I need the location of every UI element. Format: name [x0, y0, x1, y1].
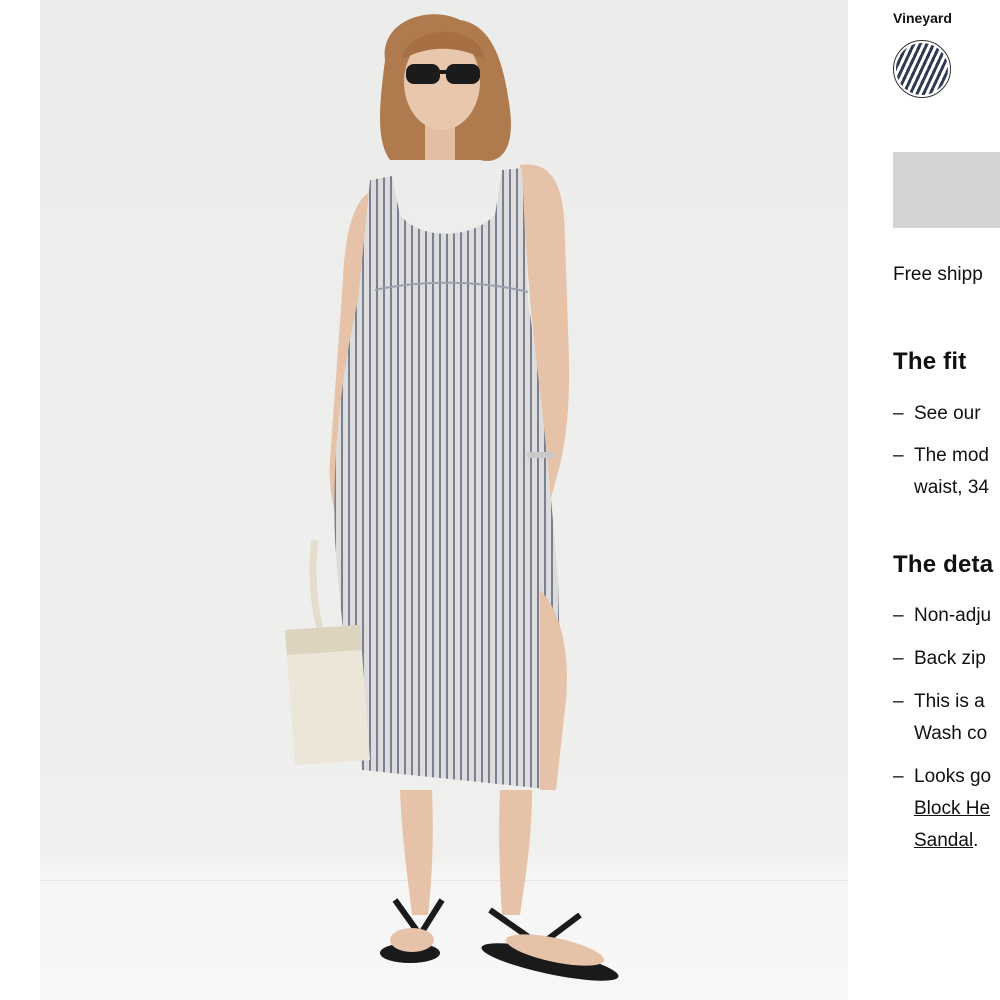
bullet-dash: –: [893, 445, 904, 466]
right-leg: [499, 790, 532, 915]
product-image[interactable]: [40, 0, 848, 1000]
left-leg: [400, 790, 433, 915]
color-name-label: Vineyard: [893, 10, 952, 26]
product-details-panel: Vineyard Free shipp The fit – See our – Th…: [848, 0, 1000, 1000]
striped-dress: [334, 168, 560, 790]
bullet-dash: –: [893, 766, 904, 787]
bullet-text: The mod: [914, 445, 989, 466]
bullet-dash: –: [893, 403, 904, 424]
bullet-text-continued: Wash co: [914, 723, 988, 744]
details-bullet-2: – Back zip: [893, 643, 986, 675]
sandal-link[interactable]: Sandal: [914, 830, 973, 851]
model-illustration: [285, 14, 619, 981]
bullet-text: Back zip: [914, 648, 986, 669]
bullet-text: This is a: [914, 691, 985, 712]
details-section-title: The deta: [893, 551, 994, 578]
bullet-dash: –: [893, 605, 904, 626]
bullet-dash: –: [893, 691, 904, 712]
fit-bullet-1: – See our: [893, 398, 981, 430]
details-bullet-4: – Looks go Block He Sandal.: [893, 761, 991, 857]
details-bullet-1: – Non-adju: [893, 600, 991, 632]
swatch-stripe-pattern: [896, 43, 948, 95]
fit-section-title: The fit: [893, 348, 967, 375]
bullet-dash: –: [893, 648, 904, 669]
bullet-text: See our: [914, 403, 981, 424]
shipping-note: Free shipp: [893, 264, 983, 285]
fit-bullet-2: – The mod waist, 34: [893, 440, 989, 504]
color-swatch-vineyard[interactable]: [893, 40, 951, 98]
add-to-bag-button[interactable]: [893, 152, 1000, 228]
details-bullet-3: – This is a Wash co: [893, 686, 987, 750]
bullet-text: Looks go: [914, 766, 992, 787]
bullet-text-continued: waist, 34: [914, 477, 989, 498]
bullet-text: Non-adju: [914, 605, 992, 626]
block-heel-link[interactable]: Block He: [914, 798, 990, 819]
bullet-suffix: .: [973, 830, 979, 851]
